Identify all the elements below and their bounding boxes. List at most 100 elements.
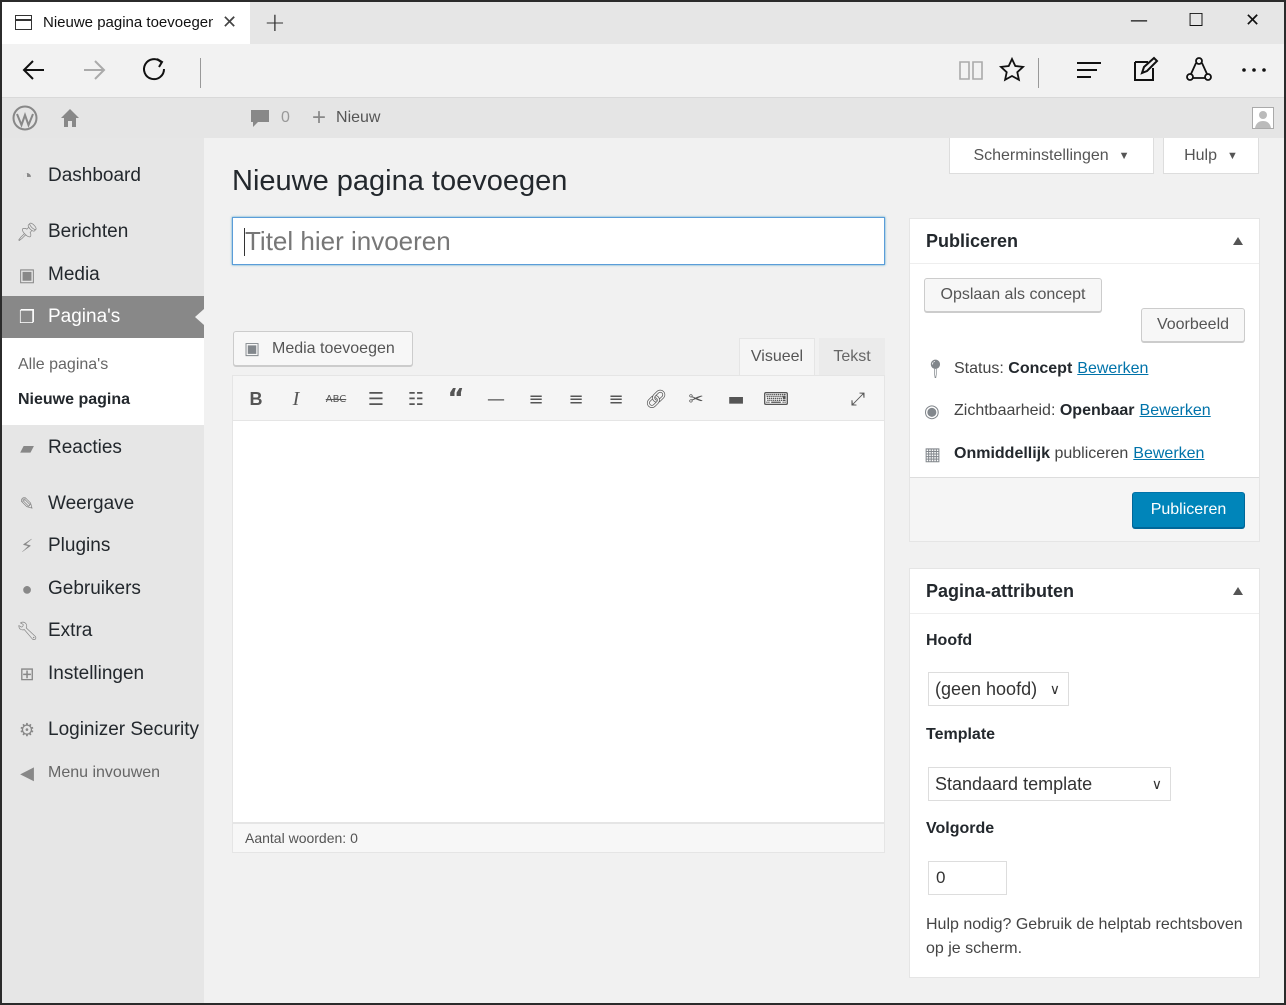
sidebar-item-weergave[interactable]: ✎ Weergave bbox=[2, 483, 204, 525]
chevron-down-icon: ∨ bbox=[1049, 681, 1060, 697]
numbered-list-icon[interactable]: ☷ bbox=[401, 384, 431, 414]
share-icon[interactable] bbox=[1185, 56, 1213, 90]
italic-icon[interactable]: I bbox=[281, 384, 311, 414]
parent-label: Hoofd bbox=[926, 632, 973, 649]
collapse-arrow-icon: ◀ bbox=[20, 762, 34, 783]
order-input[interactable]: 0 bbox=[928, 861, 1007, 895]
template-select[interactable]: Standaard template ∨ bbox=[928, 767, 1171, 801]
sidebar-item-label: Berichten bbox=[48, 221, 129, 242]
collapse-toggle-icon[interactable] bbox=[1233, 237, 1243, 245]
read-more-icon[interactable]: ▬ bbox=[721, 384, 751, 414]
new-content-menu[interactable]: + Nieuw bbox=[312, 98, 380, 138]
title-bar: Nieuwe pagina toevoegen ✕ + — ☐ ✕ bbox=[2, 2, 1284, 44]
site-home-icon[interactable] bbox=[58, 98, 82, 138]
title-placeholder: Titel hier invoeren bbox=[245, 225, 451, 256]
schedule-label: publiceren bbox=[1054, 445, 1129, 462]
pages-submenu: Alle pagina's Nieuwe pagina bbox=[2, 338, 204, 425]
page-attributes-header[interactable]: Pagina-attributen bbox=[910, 569, 1259, 614]
blockquote-icon[interactable]: “ bbox=[441, 384, 471, 414]
hub-icon[interactable] bbox=[1075, 56, 1103, 90]
screen-options-button[interactable]: Scherminstellingen ▼ bbox=[949, 138, 1154, 174]
sidebar-item-reacties[interactable]: ▰ Reacties bbox=[2, 427, 204, 469]
refresh-icon[interactable] bbox=[141, 56, 169, 90]
visibility-row: ◉ Zichtbaarheid: Openbaar Bewerken bbox=[924, 399, 1211, 423]
edit-visibility-link[interactable]: Bewerken bbox=[1140, 402, 1211, 420]
add-media-label: Media toevoegen bbox=[272, 339, 395, 357]
unlink-icon[interactable]: ✂ bbox=[681, 384, 711, 414]
editor-toolbar: B I ABC ☰ ☷ “ — ≡ ≡ ≡ 🔗︎ ✂ ▬ ⌨ ⤢ bbox=[232, 375, 885, 421]
reading-view-icon[interactable] bbox=[957, 56, 985, 90]
status-label: Status: bbox=[954, 360, 1004, 377]
pages-icon: ❐ bbox=[18, 306, 36, 327]
collapse-toggle-icon[interactable] bbox=[1233, 587, 1243, 595]
bullet-list-icon[interactable]: ☰ bbox=[361, 384, 391, 414]
forward-icon[interactable] bbox=[80, 56, 108, 90]
bold-icon[interactable]: B bbox=[241, 384, 271, 414]
window-close-icon[interactable]: ✕ bbox=[1245, 10, 1260, 31]
sidebar-item-label: Media bbox=[48, 264, 100, 285]
web-note-icon[interactable] bbox=[1131, 56, 1159, 90]
page-attributes-heading: Pagina-attributen bbox=[926, 580, 1075, 601]
wrench-icon: 🔧︎ bbox=[16, 620, 39, 641]
fullscreen-icon[interactable]: ⤢ bbox=[843, 384, 873, 414]
sidebar-item-plugins[interactable]: ⚡︎ Plugins bbox=[2, 525, 204, 567]
submenu-new-page[interactable]: Nieuwe pagina bbox=[18, 391, 130, 409]
tab-title: Nieuwe pagina toevoegen bbox=[43, 14, 213, 31]
sidebar-item-label: Loginizer Security bbox=[48, 719, 200, 740]
publish-button[interactable]: Publiceren bbox=[1132, 492, 1245, 528]
minimize-icon[interactable]: — bbox=[1130, 10, 1148, 31]
new-tab-icon[interactable]: + bbox=[264, 8, 286, 38]
wordpress-logo-icon[interactable] bbox=[12, 98, 38, 138]
sidebar-item-label: Dashboard bbox=[48, 165, 141, 186]
sidebar-item-loginizer-security[interactable]: ⚙ Loginizer Security bbox=[2, 709, 204, 751]
strikethrough-icon[interactable]: ABC bbox=[321, 384, 351, 414]
horizontal-line-icon[interactable]: — bbox=[481, 384, 511, 414]
tab-text[interactable]: Tekst bbox=[819, 338, 885, 375]
add-media-button[interactable]: ▣ Media toevoegen bbox=[233, 331, 413, 366]
chevron-down-icon: ∨ bbox=[1151, 776, 1162, 792]
browser-tab[interactable]: Nieuwe pagina toevoegen ✕ bbox=[2, 2, 250, 44]
comments-menu[interactable]: 0 bbox=[249, 98, 290, 138]
sidebar-item-instellingen[interactable]: ⊞ Instellingen bbox=[2, 653, 204, 695]
tab-visual[interactable]: Visueel bbox=[739, 338, 815, 375]
content-editor[interactable] bbox=[232, 421, 885, 823]
gear-icon: ⚙ bbox=[18, 719, 36, 740]
sidebar-item-dashboard[interactable]: ◔ Dashboard bbox=[2, 155, 204, 197]
collapse-menu-button[interactable]: ◀ Menu invouwen bbox=[2, 752, 204, 794]
publish-box-header[interactable]: Publiceren bbox=[910, 219, 1259, 264]
sidebar-item-berichten[interactable]: 📌︎ Berichten bbox=[2, 211, 204, 253]
sidebar-item-extra[interactable]: 🔧︎ Extra bbox=[2, 610, 204, 652]
sidebar-item-label: Weergave bbox=[48, 493, 135, 514]
parent-select[interactable]: (geen hoofd) ∨ bbox=[928, 672, 1069, 706]
toolbar-toggle-icon[interactable]: ⌨ bbox=[761, 384, 791, 414]
comments-count: 0 bbox=[281, 109, 290, 126]
sidebar-item-gebruikers[interactable]: ● Gebruikers bbox=[2, 568, 204, 610]
more-icon[interactable] bbox=[1240, 56, 1268, 90]
dashboard-icon: ◔ bbox=[21, 165, 33, 186]
tab-close-icon[interactable]: ✕ bbox=[222, 12, 237, 33]
link-icon[interactable]: 🔗︎ bbox=[641, 384, 671, 414]
title-input[interactable]: Titel hier invoeren bbox=[232, 217, 885, 265]
user-avatar[interactable] bbox=[1252, 98, 1274, 138]
comment-icon: ▰ bbox=[20, 437, 34, 458]
align-center-icon[interactable]: ≡ bbox=[561, 384, 591, 414]
publish-actions: Publiceren bbox=[910, 477, 1259, 541]
maximize-icon[interactable]: ☐ bbox=[1188, 10, 1204, 31]
favorite-star-icon[interactable] bbox=[998, 56, 1026, 90]
help-button[interactable]: Hulp ▼ bbox=[1163, 138, 1259, 174]
save-draft-button[interactable]: Opslaan als concept bbox=[924, 278, 1102, 312]
sidebar-item-media[interactable]: ▣ Media bbox=[2, 254, 204, 296]
chevron-down-icon: ▼ bbox=[1227, 149, 1238, 162]
align-left-icon[interactable]: ≡ bbox=[521, 384, 551, 414]
publish-box: Publiceren Opslaan als concept Voorbeeld… bbox=[909, 218, 1260, 542]
submenu-all-pages[interactable]: Alle pagina's bbox=[18, 356, 108, 374]
back-icon[interactable] bbox=[20, 56, 48, 90]
sidebar-item-paginas[interactable]: ❐ Pagina's bbox=[2, 296, 204, 338]
edit-status-link[interactable]: Bewerken bbox=[1077, 360, 1148, 378]
align-right-icon[interactable]: ≡ bbox=[601, 384, 631, 414]
preview-button[interactable]: Voorbeeld bbox=[1141, 308, 1245, 342]
visibility-label: Zichtbaarheid: bbox=[954, 402, 1056, 419]
plus-icon: + bbox=[312, 104, 327, 131]
sidebar-item-label: Gebruikers bbox=[48, 578, 141, 599]
edit-schedule-link[interactable]: Bewerken bbox=[1133, 445, 1204, 463]
